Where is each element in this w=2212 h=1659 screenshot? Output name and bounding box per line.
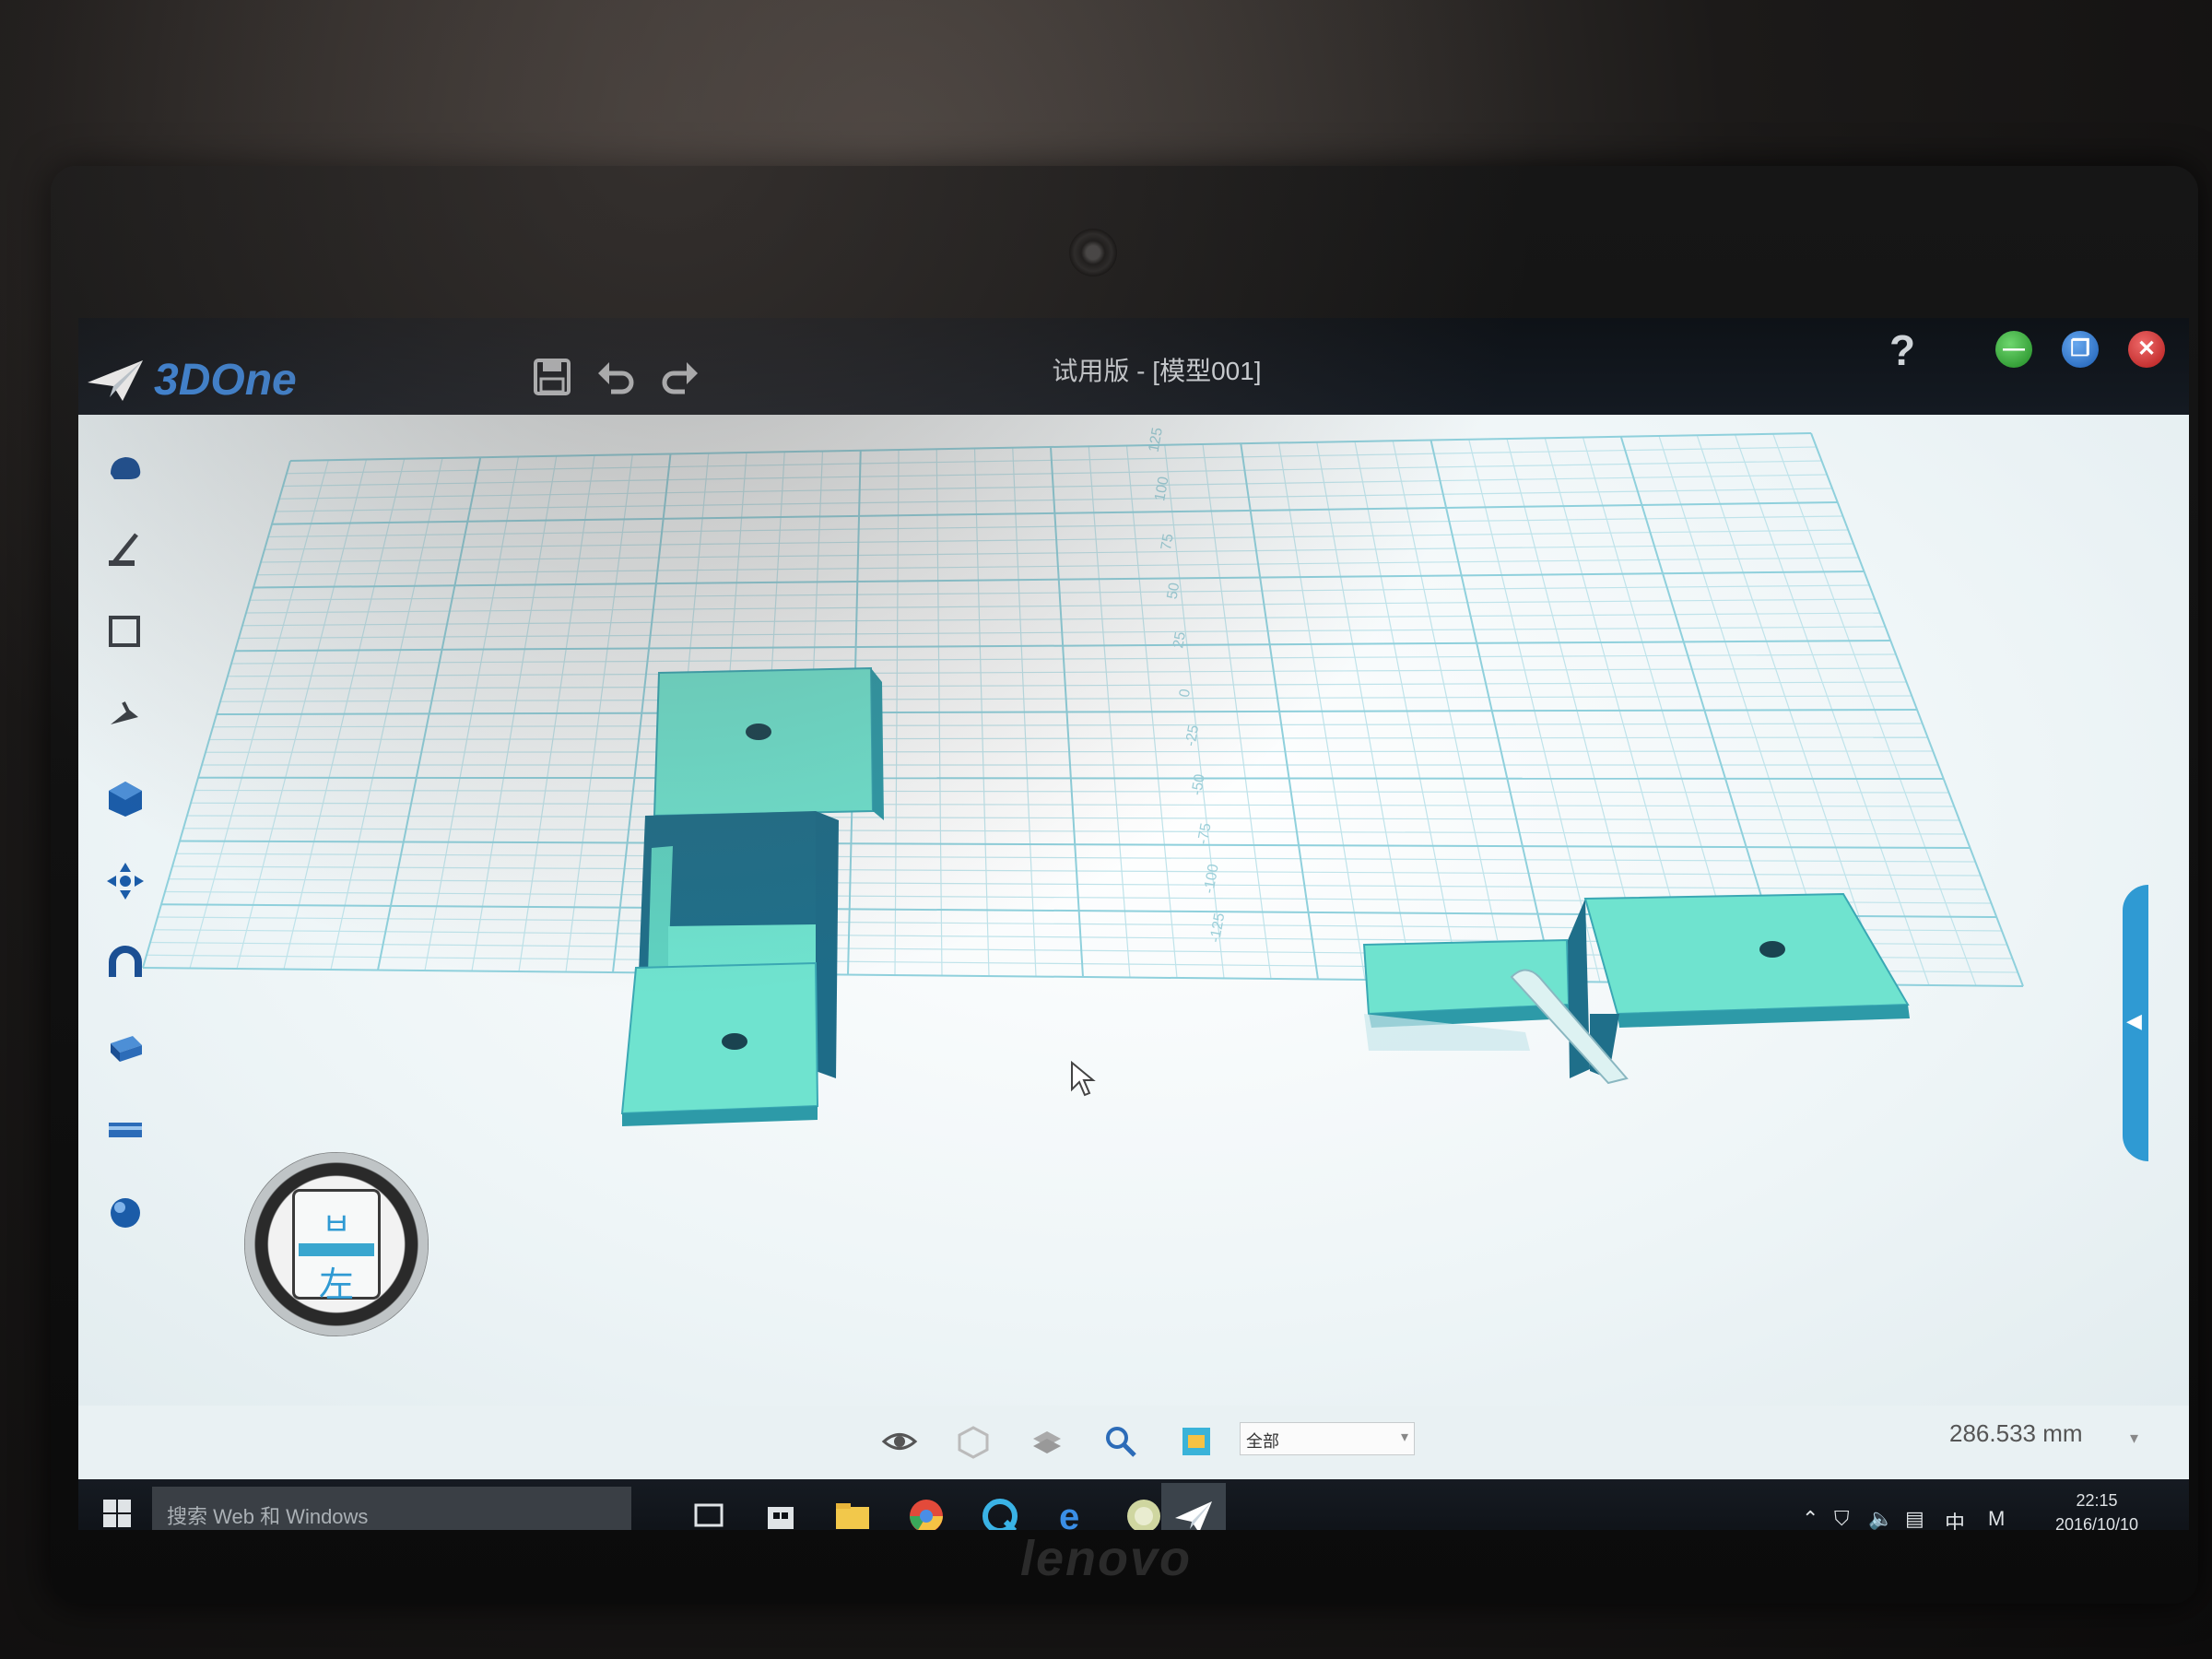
bracket-model-left[interactable]	[620, 666, 884, 1126]
close-button[interactable]: ✕	[2128, 331, 2165, 368]
grid-axis-label: 125	[1147, 427, 1166, 453]
grid-axis-label: -50	[1189, 772, 1208, 796]
grid-axis-label: 25	[1171, 630, 1189, 650]
ime-indicator[interactable]: 中	[1945, 1507, 1965, 1530]
windows-start-icon[interactable]	[101, 1498, 133, 1529]
chevron-down-icon: ▾	[1400, 1430, 1408, 1445]
task-view-icon[interactable]	[687, 1494, 731, 1530]
chrome-icon[interactable]	[904, 1494, 948, 1530]
feature-modify-icon[interactable]	[101, 691, 149, 739]
show-hidden-icons-icon[interactable]: ⌃	[1802, 1507, 1818, 1530]
render-sphere-icon[interactable]	[101, 1189, 149, 1237]
move-icon[interactable]	[101, 857, 149, 905]
edge-icon[interactable]: e	[1050, 1494, 1094, 1530]
3done-taskbar-icon[interactable]	[1171, 1494, 1216, 1530]
app-circle-icon[interactable]	[1122, 1494, 1166, 1530]
view-cube-band	[299, 1243, 374, 1256]
grid-axis-label: -75	[1195, 822, 1215, 846]
app-logo[interactable]: 3DOne	[86, 355, 297, 406]
grid-axis-label: 75	[1159, 533, 1177, 552]
window-title: 试用版 - [模型001]	[1052, 357, 1262, 385]
browser-q-icon[interactable]	[978, 1494, 1022, 1530]
shield-icon[interactable]: ⛉	[1834, 1507, 1850, 1530]
grid-axis-label: -100	[1201, 863, 1221, 895]
grid-axis-label: -25	[1182, 724, 1202, 747]
minimize-icon: —	[2003, 336, 2025, 361]
notification-icon[interactable]: ▤	[1905, 1507, 1924, 1530]
taskbar-search[interactable]: 搜索 Web 和 Windows	[152, 1487, 631, 1530]
file-explorer-icon[interactable]	[830, 1494, 875, 1530]
help-button[interactable]: ?	[1889, 325, 1915, 375]
screen: 3DOne 试用版 - [模型001] ? — ❐ ✕ 125 100 75 50 25…	[78, 318, 2189, 1530]
3d-viewport[interactable]: 1251007550250-25-50-75-100-125	[78, 415, 2189, 1406]
filter-select[interactable]: 全部 ▾	[1240, 1422, 1415, 1455]
mouse-cursor	[1071, 1060, 1096, 1097]
collapse-arrow-icon: ◀	[2126, 1009, 2142, 1032]
assembly-icon[interactable]	[101, 1023, 149, 1071]
filter-value: 全部	[1246, 1432, 1279, 1451]
combine-icon[interactable]	[101, 774, 149, 822]
render-icon[interactable]	[1177, 1422, 1216, 1461]
webcam	[1069, 229, 1117, 276]
eye-icon[interactable]	[880, 1422, 919, 1461]
svg-text:e: e	[1059, 1497, 1079, 1530]
minimize-button[interactable]: —	[1995, 331, 2032, 368]
readout-dropdown-icon[interactable]: ▾	[2130, 1429, 2138, 1448]
right-panel-toggle[interactable]: ◀	[2123, 885, 2148, 1161]
store-icon[interactable]	[759, 1494, 803, 1530]
close-icon: ✕	[2136, 336, 2157, 361]
volume-icon[interactable]: 🔈	[1868, 1507, 1893, 1530]
grid-line	[197, 776, 1944, 780]
title-bar: 3DOne 试用版 - [模型001] ? — ❐ ✕	[78, 318, 2189, 415]
grid-axis-label: 0	[1177, 688, 1194, 699]
distance-readout: 286.533 mm	[1949, 1419, 2083, 1447]
zoom-icon[interactable]	[1101, 1422, 1140, 1461]
grid-axis-label: 50	[1165, 582, 1183, 601]
app-name: 3DOne	[154, 356, 297, 405]
view-cube[interactable]: ㅂ 左	[244, 1152, 429, 1336]
left-toolbar	[92, 433, 157, 1244]
text-bar-icon[interactable]	[101, 1106, 149, 1154]
bracket-model-right[interactable]	[1362, 892, 1910, 1085]
hidden-icon[interactable]	[954, 1422, 993, 1461]
layer-icon[interactable]	[1028, 1422, 1066, 1461]
restore-icon: ❐	[2070, 336, 2090, 361]
clock-date: 2016/10/10	[2054, 1515, 2139, 1530]
sketch-icon[interactable]	[101, 525, 149, 573]
windows-taskbar: 搜索 Web 和 Windows e ⌃ ⛉ 🔈 ▤ 中 M 22:15 201…	[78, 1479, 2189, 1530]
view-cube-top-label: ㅂ	[322, 1207, 351, 1242]
laptop-brand: lenovo	[1019, 1531, 1193, 1586]
paper-plane-icon	[88, 359, 143, 401]
taskbar-search-placeholder: 搜索 Web 和 Windows	[167, 1505, 369, 1528]
restore-button[interactable]: ❐	[2062, 331, 2099, 368]
view-cube-face[interactable]: ㅂ 左	[292, 1189, 381, 1305]
taskbar-clock[interactable]: 22:15 2016/10/10	[2032, 1488, 2161, 1530]
save-icon[interactable]	[530, 355, 574, 399]
view-cube-face-label: 左	[318, 1266, 354, 1305]
clock-time: 22:15	[2076, 1491, 2118, 1510]
redo-icon[interactable]	[657, 355, 701, 399]
input-mode-indicator[interactable]: M	[1988, 1507, 2005, 1530]
magnet-icon[interactable]	[101, 940, 149, 988]
basic-shape-icon[interactable]	[101, 442, 149, 490]
sketch-edit-icon[interactable]	[101, 608, 149, 656]
undo-icon[interactable]	[594, 355, 639, 399]
